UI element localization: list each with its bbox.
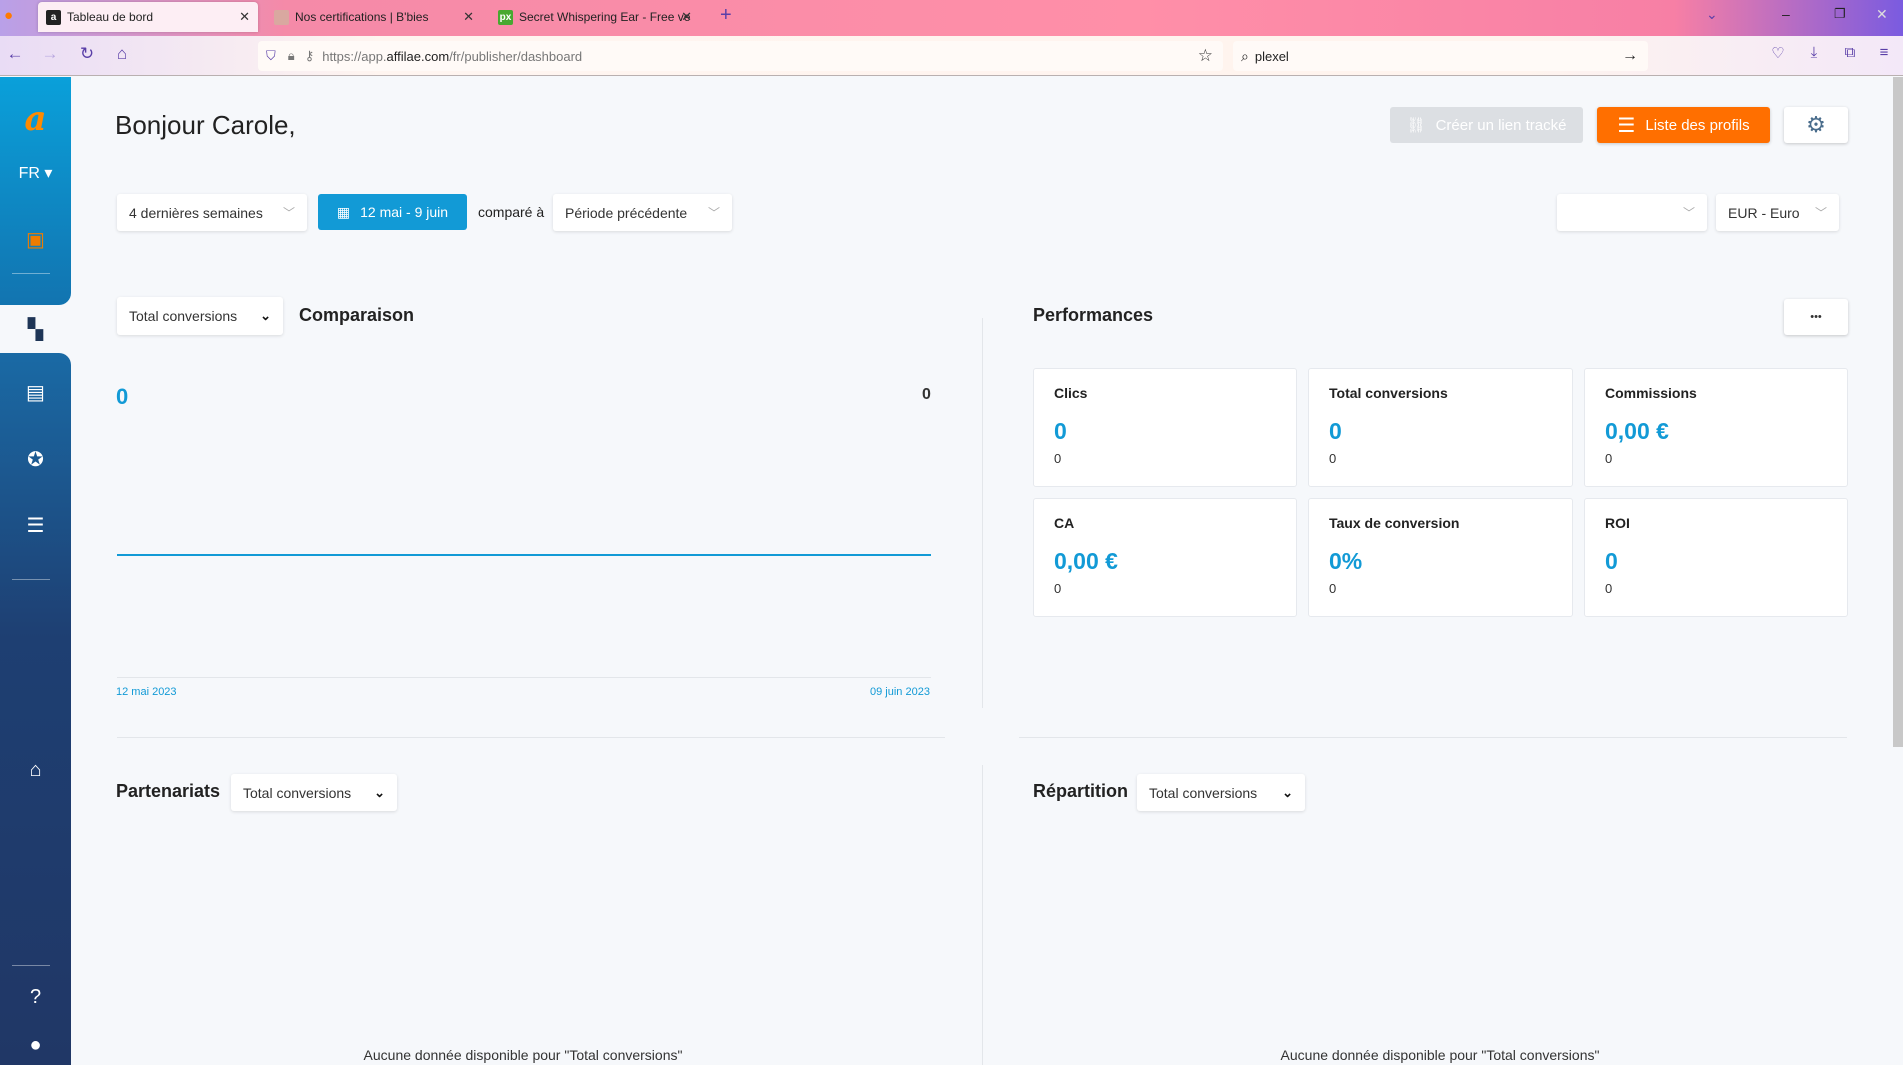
scrollbar[interactable] bbox=[1893, 77, 1903, 747]
tab-dashboard[interactable]: a Tableau de bord ✕ bbox=[38, 2, 258, 32]
search-icon: ⌕ bbox=[1241, 47, 1249, 64]
affilae-logo[interactable]: a bbox=[0, 99, 71, 139]
close-tab-icon[interactable]: ✕ bbox=[239, 9, 250, 25]
search-input[interactable]: ⌕ plexel → bbox=[1233, 41, 1648, 71]
period-select[interactable]: 4 dernières semaines ﹀ bbox=[117, 194, 307, 231]
tab-list-icon[interactable]: ⌄ bbox=[1706, 6, 1718, 23]
url-text: https://app.affilae.com/fr/publisher/das… bbox=[322, 48, 583, 64]
chevron-down-icon: ⌄ bbox=[260, 308, 271, 323]
back-icon[interactable]: ← bbox=[3, 44, 27, 64]
chevron-down-icon: ﹀ bbox=[707, 206, 720, 220]
tab-certifications[interactable]: Nos certifications | B'bies ✕ bbox=[266, 2, 482, 32]
restore-icon[interactable]: ❐ bbox=[1834, 6, 1846, 22]
link-icon: ⛓ bbox=[1406, 117, 1426, 134]
comparison-line bbox=[117, 554, 931, 556]
messages-icon[interactable]: ▤ bbox=[0, 380, 71, 405]
close-window-icon[interactable]: ✕ bbox=[1876, 6, 1888, 23]
home-icon[interactable]: ⌂ bbox=[110, 44, 134, 64]
comparison-previous-value: 0 bbox=[922, 386, 931, 403]
close-tab-icon[interactable]: ✕ bbox=[681, 9, 692, 25]
filter-select[interactable]: ﹀ bbox=[1557, 194, 1707, 231]
browser-nav-bar: ← → ↻ ⌂ ⛉ 🔒︎ ⚷ https://app.affilae.com/f… bbox=[0, 36, 1903, 76]
affilae-icon: a bbox=[46, 9, 61, 25]
chevron-down-icon: ﹀ bbox=[1814, 206, 1827, 220]
pocket-icon[interactable]: ♡ bbox=[1766, 44, 1790, 62]
compared-label: comparé à bbox=[478, 204, 545, 220]
distribution-empty-message: Aucune donnée disponible pour "Total con… bbox=[1280, 1047, 1600, 1063]
extensions-icon[interactable]: ⧉ bbox=[1838, 44, 1862, 61]
menu-icon: ☰ bbox=[1617, 114, 1636, 137]
create-tracked-link-button[interactable]: ⛓ Créer un lien tracké bbox=[1390, 107, 1583, 143]
download-icon[interactable]: ⤓ bbox=[1802, 44, 1826, 61]
chevron-down-icon: ﹀ bbox=[282, 206, 295, 220]
star-icon[interactable]: ✪ bbox=[0, 447, 71, 472]
close-tab-icon[interactable]: ✕ bbox=[463, 9, 474, 25]
tab-title: Nos certifications | B'bies bbox=[295, 10, 429, 24]
user-icon[interactable]: ● bbox=[0, 1034, 71, 1057]
menu-icon[interactable]: ≡ bbox=[1872, 44, 1896, 61]
partnerships-title: Partenariats bbox=[116, 781, 221, 801]
metric-card-clicks: Clics 0 0 bbox=[1033, 368, 1297, 487]
divider bbox=[1019, 737, 1847, 738]
language-select[interactable]: FR ▾ bbox=[0, 163, 71, 183]
tab-title: Tableau de bord bbox=[67, 10, 154, 24]
performances-title: Performances bbox=[1033, 305, 1154, 325]
key-icon: ⚷ bbox=[304, 48, 315, 63]
chevron-down-icon: ﹀ bbox=[1682, 206, 1695, 220]
divider bbox=[117, 737, 945, 738]
x-tick-end: 09 juin 2023 bbox=[870, 686, 930, 698]
metric-card-conversions: Total conversions 0 0 bbox=[1308, 368, 1573, 487]
lock-icon: 🔒︎ bbox=[287, 48, 295, 63]
reload-icon[interactable]: ↻ bbox=[75, 44, 99, 64]
distribution-metric-select[interactable]: Total conversions ⌄ bbox=[1137, 774, 1305, 811]
store-icon[interactable]: ⌂ bbox=[0, 759, 71, 782]
new-tab-icon[interactable]: + bbox=[720, 4, 732, 27]
tab-pixabay[interactable]: px Secret Whispering Ear - Free ve ✕ bbox=[490, 2, 700, 32]
gear-icon: ⚙ bbox=[1806, 112, 1826, 137]
more-options-button[interactable]: ••• bbox=[1784, 299, 1848, 335]
metric-card-commissions: Commissions 0,00 €0 bbox=[1584, 368, 1848, 487]
comparison-title: Comparaison bbox=[299, 305, 415, 325]
forward-icon[interactable]: → bbox=[38, 44, 62, 64]
comparison-value: 0 bbox=[116, 384, 129, 409]
tab-title: Secret Whispering Ear - Free ve bbox=[519, 10, 691, 24]
chevron-down-icon: ⌄ bbox=[374, 784, 385, 800]
compare-period-select[interactable]: Période précédente ﹀ bbox=[553, 194, 732, 231]
more-icon: ••• bbox=[1810, 311, 1822, 323]
search-text: plexel bbox=[1254, 48, 1289, 64]
x-tick-start: 12 mai 2023 bbox=[116, 686, 177, 698]
metric-card-roi: ROI 0 0 bbox=[1584, 498, 1848, 617]
x-axis bbox=[117, 677, 931, 678]
bookmark-star-icon[interactable]: ☆ bbox=[1198, 46, 1213, 66]
minimize-icon[interactable]: – bbox=[1782, 6, 1790, 22]
distribution-title: Répartition bbox=[1033, 781, 1129, 801]
firefox-icon: ● bbox=[4, 7, 14, 24]
date-range-button[interactable]: ▦ 12 mai - 9 juin bbox=[318, 194, 467, 230]
contact-card-icon[interactable]: ▣ bbox=[0, 227, 71, 252]
go-arrow-icon[interactable]: → bbox=[1622, 47, 1638, 65]
help-icon[interactable]: ? bbox=[0, 986, 71, 1009]
metric-card-revenue: CA 0,00 €0 bbox=[1033, 498, 1297, 617]
browser-tab-bar: ● a Tableau de bord ✕ Nos certifications… bbox=[0, 0, 1903, 36]
pixabay-icon: px bbox=[498, 9, 513, 25]
calendar-icon: ▦ bbox=[336, 203, 351, 220]
dashboard-icon[interactable]: ▚ bbox=[0, 317, 71, 342]
greeting: Bonjour Carole, bbox=[115, 110, 296, 140]
shield-icon: ⛉ bbox=[266, 48, 276, 63]
metric-card-conversion-rate: Taux de conversion 0% 0 bbox=[1308, 498, 1573, 617]
divider bbox=[982, 318, 983, 708]
sidebar: a FR ▾ ▣ ▚ ▤ ✪ ☰ ⌂ ? ● bbox=[0, 77, 71, 1065]
profiles-list-button[interactable]: ☰ Liste des profils bbox=[1597, 107, 1770, 143]
currency-select[interactable]: EUR - Euro ﹀ bbox=[1716, 194, 1839, 231]
comparison-metric-select[interactable]: Total conversions ⌄ bbox=[117, 297, 283, 335]
chevron-down-icon: ⌄ bbox=[1282, 784, 1293, 800]
partnerships-metric-select[interactable]: Total conversions ⌄ bbox=[231, 774, 397, 811]
bbies-icon bbox=[274, 9, 289, 25]
url-bar[interactable]: ⛉ 🔒︎ ⚷ https://app.affilae.com/fr/publis… bbox=[258, 41, 1223, 71]
partnerships-empty-message: Aucune donnée disponible pour "Total con… bbox=[363, 1047, 683, 1063]
divider bbox=[982, 765, 983, 1065]
list-icon[interactable]: ☰ bbox=[0, 513, 71, 538]
settings-button[interactable]: ⚙ bbox=[1784, 107, 1848, 143]
